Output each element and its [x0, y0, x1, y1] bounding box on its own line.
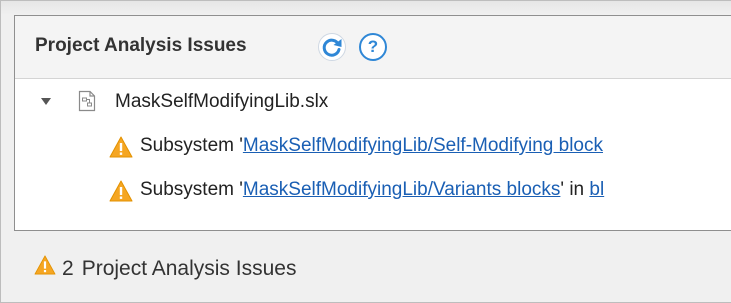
issue-description: Subsystem 'MaskSelfModifyingLib/Variants…	[140, 179, 604, 201]
issue-description: Subsystem 'MaskSelfModifyingLib/Self-Mod…	[140, 135, 603, 157]
library-link[interactable]: bl	[589, 179, 604, 200]
expand-arrow-icon[interactable]	[41, 98, 51, 105]
tree-row-file[interactable]: MaskSelfModifyingLib.slx	[15, 85, 731, 121]
issue-prefix: Subsystem '	[140, 179, 243, 200]
issues-summary-label: Project Analysis Issues	[81, 257, 297, 280]
panel-title: Project Analysis Issues	[35, 35, 247, 56]
refresh-button[interactable]	[317, 32, 347, 62]
simulink-model-file-icon	[78, 90, 96, 117]
block-path-link[interactable]: MaskSelfModifyingLib/Variants blocks	[243, 179, 561, 200]
warning-icon	[109, 136, 133, 163]
issue-row[interactable]: Subsystem 'MaskSelfModifyingLib/Variants…	[15, 173, 731, 209]
status-footer: 2 Project Analysis Issues	[1, 241, 731, 291]
top-shadow	[1, 1, 731, 15]
block-path-link[interactable]: MaskSelfModifyingLib/Self-Modifying bloc…	[243, 135, 603, 156]
issue-row[interactable]: Subsystem 'MaskSelfModifyingLib/Self-Mod…	[15, 129, 731, 165]
warning-icon	[34, 255, 56, 280]
issue-count: 2	[62, 257, 74, 280]
project-analysis-issues-panel: Project Analysis Issues ? MaskSelfModify…	[14, 15, 731, 231]
warning-icon	[109, 180, 133, 207]
refresh-icon	[318, 33, 346, 61]
issues-summary[interactable]: 2 Project Analysis Issues	[62, 257, 296, 281]
file-name: MaskSelfModifyingLib.slx	[115, 91, 329, 112]
issue-suffix: ' in	[560, 179, 590, 200]
issues-window: Project Analysis Issues ? MaskSelfModify…	[0, 0, 731, 303]
issue-prefix: Subsystem '	[140, 135, 243, 156]
panel-header: Project Analysis Issues ?	[15, 16, 731, 79]
help-button[interactable]: ?	[359, 33, 387, 61]
